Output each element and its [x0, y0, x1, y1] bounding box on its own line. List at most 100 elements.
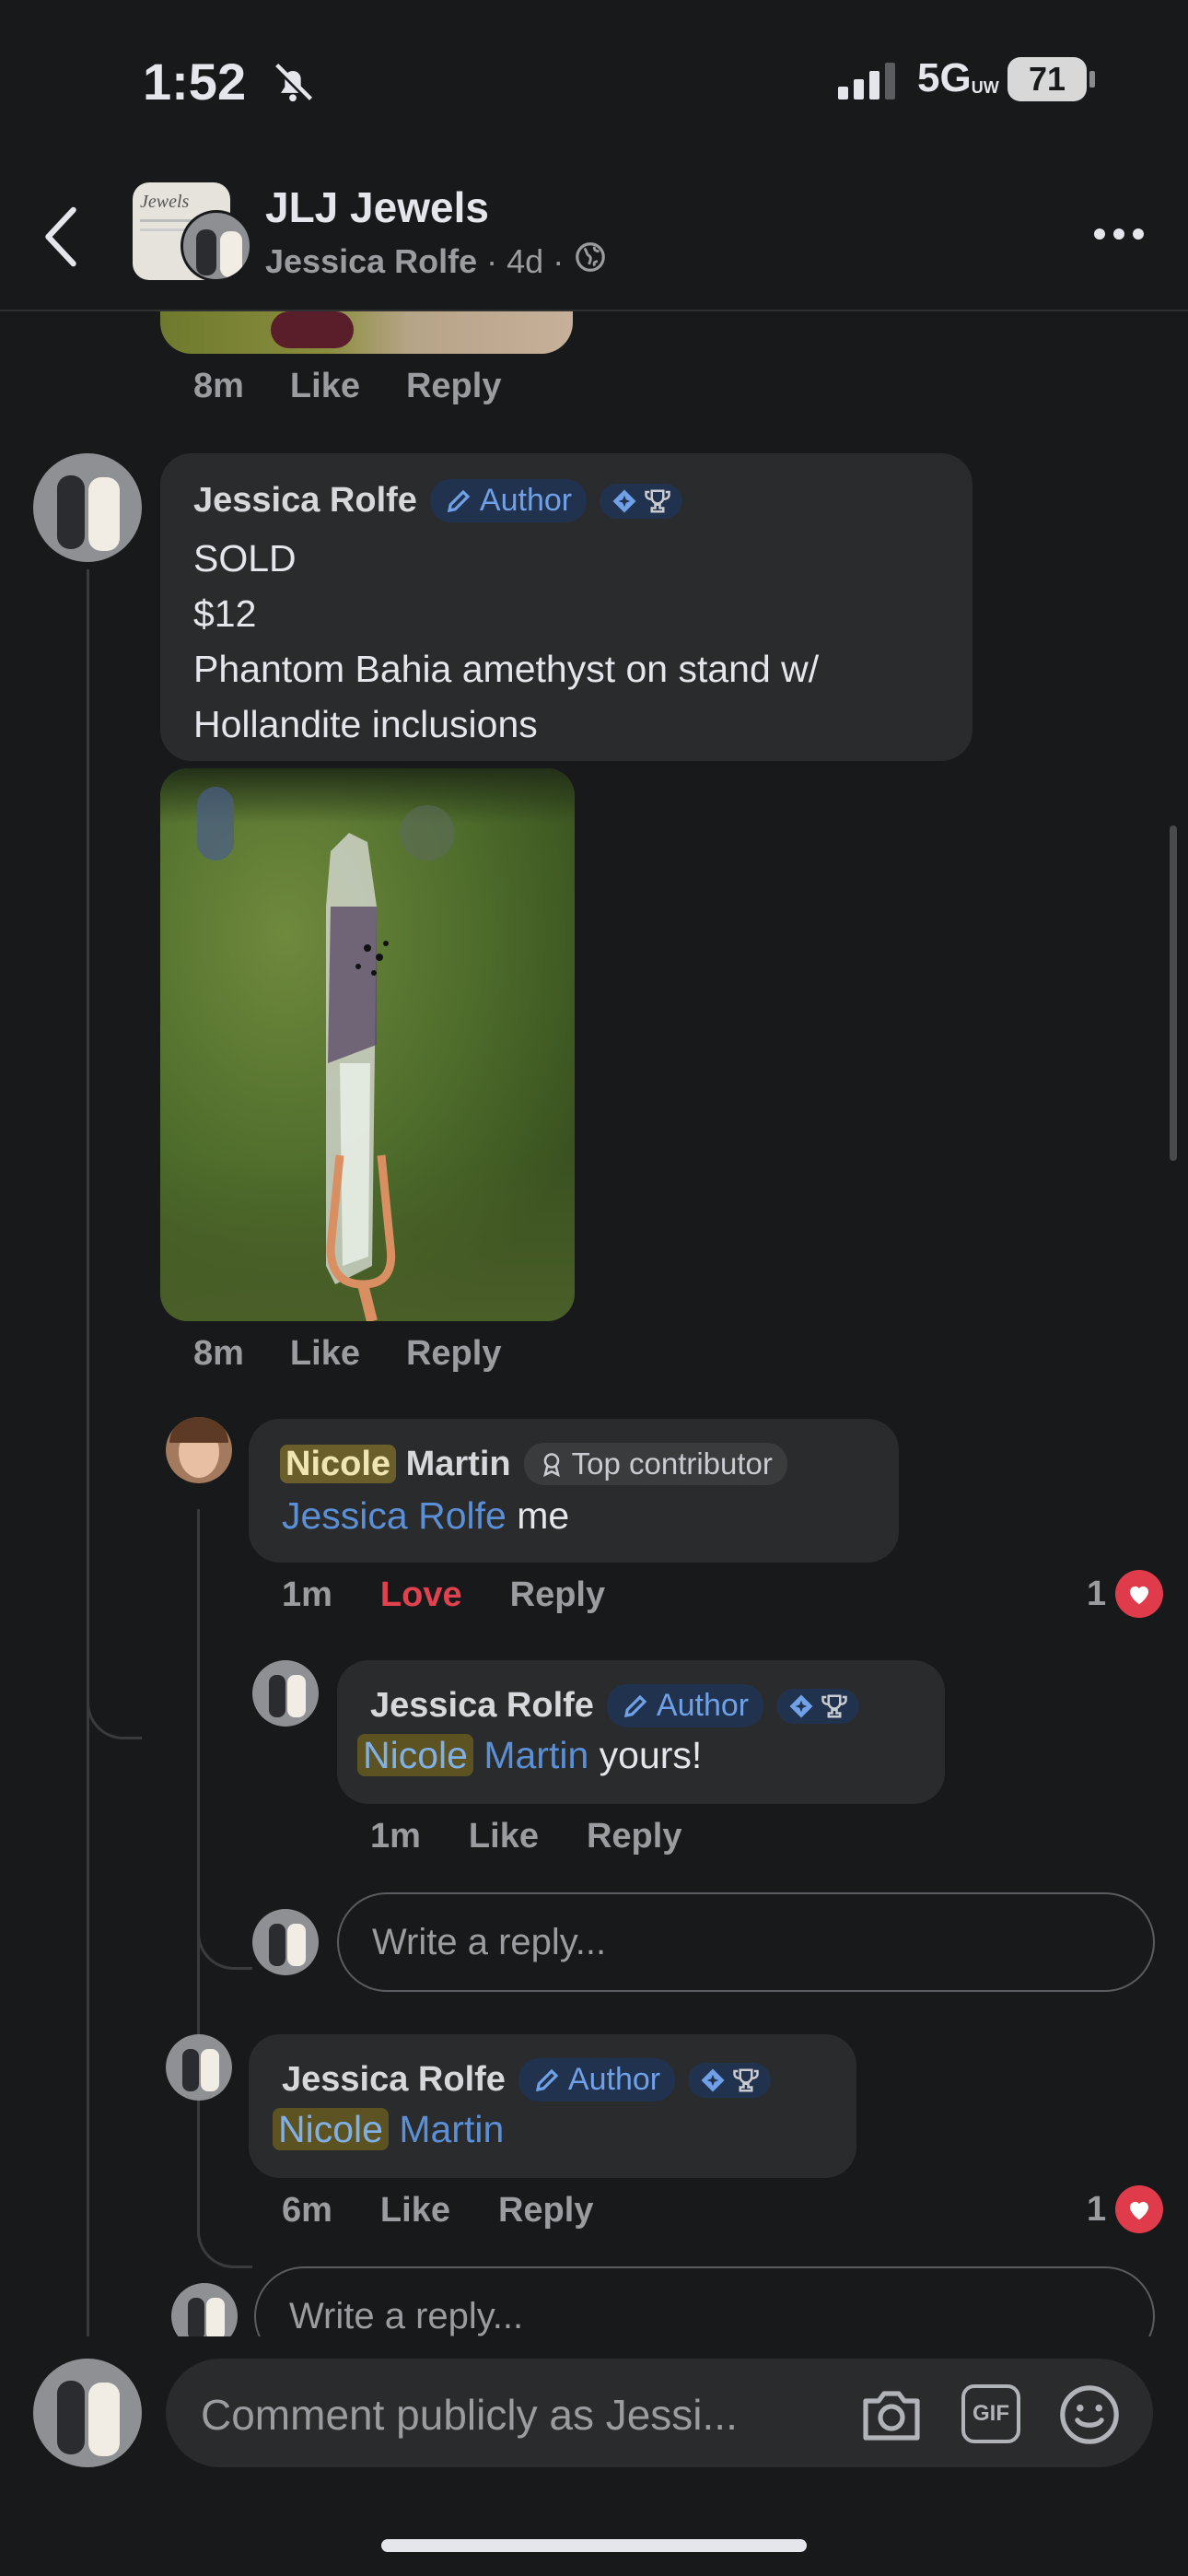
post-author-name[interactable]: Jessica Rolfe: [193, 481, 417, 521]
post-actions: 8m Like Reply: [193, 1334, 501, 1374]
nicole-avatar[interactable]: [166, 1417, 232, 1483]
reply2-reaction[interactable]: 1: [1087, 2185, 1164, 2233]
network-indicator: 5G UW: [917, 55, 999, 101]
emoji-icon[interactable]: [1057, 2383, 1122, 2452]
post-author-row: Jessica Rolfe Author: [193, 479, 683, 522]
network-label: 5G: [917, 55, 972, 100]
post-line: SOLD: [193, 537, 297, 580]
post-time: 8m: [193, 1334, 244, 1373]
reply2-actions: 6m Like Reply: [282, 2191, 593, 2231]
battery-icon: 71: [1007, 57, 1087, 101]
reply1-text: Jessica Rolfe me: [282, 1494, 569, 1538]
author-badge-label: Author: [479, 483, 573, 518]
previous-time: 8m: [193, 367, 244, 405]
diamond-star-icon: [789, 1694, 813, 1717]
reply2-author-name[interactable]: Jessica Rolfe: [282, 2060, 506, 2100]
reply1-1-bubble[interactable]: Jessica Rolfe Author Nicole Martin yours…: [337, 1660, 945, 1804]
reply1-reply-button[interactable]: Reply: [510, 1575, 605, 1615]
reply1-1-body: yours!: [599, 1734, 703, 1776]
group-name[interactable]: JLJ Jewels: [265, 182, 489, 232]
post-body: SOLD $12 Phantom Bahia amethyst on stand…: [193, 531, 819, 752]
crystal-photo[interactable]: [160, 768, 575, 1321]
reply1-last-name: Martin: [405, 1444, 511, 1483]
reply2-avatar[interactable]: [166, 2034, 232, 2101]
reply1-1-time: 1m: [370, 1817, 421, 1856]
badges-pill: [600, 483, 683, 519]
reply1-1-author-name[interactable]: Jessica Rolfe: [370, 1686, 594, 1726]
reply1-author-name[interactable]: Nicole Martin: [280, 1444, 511, 1484]
reply1-time: 1m: [282, 1575, 332, 1614]
reply2-bubble[interactable]: Jessica Rolfe Author Nicole Martin: [249, 2034, 856, 2178]
previous-like-button[interactable]: Like: [290, 367, 360, 406]
author-badge: Author: [429, 479, 588, 522]
diamond-star-icon: [701, 2068, 725, 2091]
crystal-shape: [326, 833, 396, 1321]
composer-placeholder[interactable]: Comment publicly as Jessi...: [201, 2390, 738, 2440]
medal-icon: [542, 1453, 560, 1477]
reply2-text: Nicole Martin: [273, 2108, 504, 2151]
comments-feed[interactable]: 8m Like Reply Jessica Rolfe Author SOLD …: [0, 311, 1188, 2357]
battery-level: 71: [1028, 60, 1066, 98]
reply2-mention[interactable]: Nicole Martin: [273, 2108, 504, 2150]
gif-icon[interactable]: GIF: [961, 2384, 1020, 2443]
globe-icon: [573, 240, 608, 283]
post-line: Hollandite inclusions: [193, 703, 538, 745]
reply2-mention-first: Nicole: [273, 2108, 389, 2150]
thread-line-3: [87, 2062, 164, 2357]
thread-line-nested-1: [197, 1509, 252, 1970]
write-reply-input[interactable]: Write a reply...: [337, 1892, 1155, 1992]
reply2-mention-last: Martin: [399, 2108, 505, 2150]
scrollbar-thumb[interactable]: [1170, 825, 1177, 1161]
pencil-icon: [535, 2068, 559, 2091]
header-subtitle: Jessica Rolfe · 4d ·: [265, 240, 608, 283]
author-avatar[interactable]: [181, 210, 252, 282]
status-time: 1:52: [143, 53, 247, 111]
bell-slash-icon: [269, 59, 317, 111]
reply1-mention[interactable]: Jessica Rolfe: [282, 1494, 507, 1537]
reply1-reaction-count: 1: [1087, 1574, 1107, 1613]
badges-pill: [776, 1688, 860, 1724]
more-options-icon[interactable]: [1094, 228, 1144, 240]
comment-avatar[interactable]: [33, 453, 142, 562]
back-arrow-icon[interactable]: [41, 205, 81, 274]
previous-reply-button[interactable]: Reply: [406, 367, 501, 406]
post-reply-button[interactable]: Reply: [406, 1334, 501, 1374]
thread-line-main: [87, 569, 142, 1739]
trophy-icon: [821, 1694, 847, 1717]
reply2-time: 6m: [282, 2191, 332, 2230]
top-contributor-label: Top contributor: [571, 1446, 773, 1481]
author-badge-label: Author: [567, 2062, 661, 2097]
author-badge: Author: [606, 1684, 764, 1727]
reply2-reaction-count: 1: [1087, 2189, 1107, 2229]
reply1-1-actions: 1m Like Reply: [370, 1817, 681, 1856]
camera-icon[interactable]: [858, 2388, 925, 2446]
reply1-1-mention[interactable]: Nicole Martin: [357, 1734, 588, 1776]
heart-icon: [1115, 1570, 1164, 1618]
reply1-actions: 1m Love Reply: [282, 1575, 605, 1615]
reply1-author-row: Nicole Martin Top contributor: [280, 1443, 787, 1485]
diamond-star-icon: [612, 489, 636, 512]
trophy-icon: [645, 489, 670, 512]
reply1-body: me: [517, 1494, 570, 1537]
post-like-button[interactable]: Like: [290, 1334, 360, 1374]
post-comment-bubble[interactable]: Jessica Rolfe Author SOLD $12 Phantom Ba…: [160, 453, 973, 761]
reply1-1-avatar[interactable]: [252, 1660, 319, 1727]
reply1-bubble[interactable]: Nicole Martin Top contributor Jessica Ro…: [249, 1419, 899, 1563]
pencil-icon: [623, 1694, 647, 1717]
battery-cap: [1089, 71, 1095, 88]
comment-composer[interactable]: Comment publicly as Jessi... GIF: [166, 2359, 1153, 2467]
author-badge: Author: [518, 2058, 676, 2102]
reply2-author-row: Jessica Rolfe Author: [282, 2058, 772, 2102]
reply1-1-reply-button[interactable]: Reply: [587, 1817, 681, 1856]
pencil-icon: [447, 489, 471, 512]
reply1-1-mention-last: Martin: [483, 1734, 589, 1776]
post-line: Phantom Bahia amethyst on stand w/: [193, 648, 820, 690]
header-author[interactable]: Jessica Rolfe: [265, 242, 477, 281]
reply2-reply-button[interactable]: Reply: [498, 2191, 593, 2231]
reply2-like-button[interactable]: Like: [380, 2191, 450, 2231]
reply1-love-button[interactable]: Love: [380, 1575, 462, 1615]
previous-comment-image[interactable]: [160, 311, 573, 354]
home-indicator[interactable]: [381, 2539, 807, 2552]
reply1-1-like-button[interactable]: Like: [469, 1817, 539, 1856]
reply1-reaction[interactable]: 1: [1087, 1570, 1164, 1618]
